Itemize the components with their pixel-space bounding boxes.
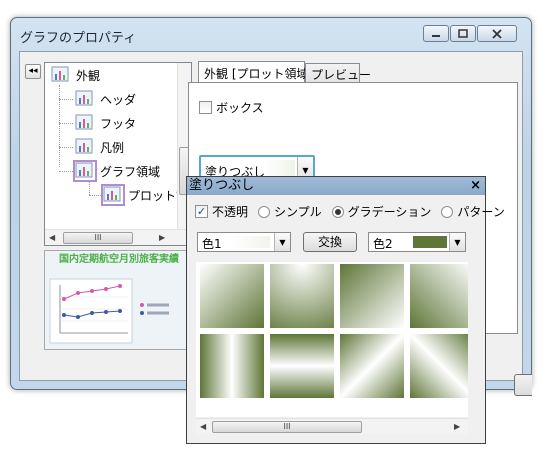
opacity-label: 不透明 (212, 205, 249, 219)
graph-node-icon (73, 160, 97, 182)
color1-swatch (230, 236, 270, 248)
tree-item-header[interactable]: ヘッダ (75, 90, 136, 108)
tree-item-legend[interactable]: 凡例 (75, 138, 124, 156)
gradient-option-top-radial[interactable] (270, 264, 334, 328)
minimize-icon (432, 34, 440, 37)
properties-tree: 外観 ヘッダ フッタ 凡例 グラフ領域 プロットʿ ◀ III ▶ (44, 62, 192, 246)
chevron-down-icon[interactable]: ▼ (449, 233, 465, 251)
tree-item-label: ヘッダ (100, 92, 137, 107)
swap-colors-button[interactable]: 交換 (303, 232, 357, 252)
tree-item-label: 凡例 (100, 140, 125, 155)
mode-pattern-radio[interactable] (441, 205, 454, 218)
maximize-button[interactable] (450, 25, 476, 42)
gradient-styles-grid (196, 262, 468, 417)
tree-item-footer[interactable]: フッタ (75, 114, 136, 132)
gradient-option-diagonal-center-alt[interactable] (410, 334, 468, 398)
color2-swatch (413, 236, 447, 248)
chart-thumbnail: 国内定期航空月別旅客実績 (44, 250, 192, 350)
thumbnail-chart-image (49, 278, 169, 344)
tree-item-label: グラフ領域 (100, 164, 161, 179)
window-title: グラフのプロパティ (20, 31, 137, 46)
tree-item-chart-area[interactable]: グラフ領域 (73, 160, 161, 182)
fill-popup: 塗りつぶし × ✓ 不透明 シンプル グラデーション パターン 色1 ▼ 交換 … (186, 176, 505, 444)
tree-line (59, 99, 73, 100)
graph-node-icon (101, 184, 125, 206)
mode-simple-radio[interactable] (258, 205, 271, 218)
tree-item-plot-area[interactable]: プロットʿ (101, 184, 180, 206)
minimize-button[interactable] (423, 25, 449, 42)
window-controls (422, 25, 517, 42)
gradient-option-horizontal-center[interactable] (270, 334, 334, 398)
mode-pattern-label: パターン (457, 205, 505, 219)
fill-options-row: ✓ 不透明 シンプル グラデーション パターン (195, 203, 505, 220)
opacity-checkbox[interactable]: ✓ (195, 205, 208, 218)
color2-dropdown[interactable]: 色2 ▼ (368, 232, 466, 252)
tab-preview[interactable]: プレビュー (305, 63, 371, 83)
fill-popup-title: 塗りつぶし (189, 178, 255, 193)
gradient-option-diagonal-center[interactable] (340, 334, 404, 398)
tree-line (59, 147, 73, 148)
gradient-option-diagonal-down[interactable] (200, 264, 264, 328)
scroll-right-icon[interactable]: ▶ (454, 422, 460, 431)
scroll-left-icon[interactable]: ◀ (49, 233, 55, 242)
tree-item-label: フッタ (100, 116, 137, 131)
tree-line (59, 123, 73, 124)
chevron-down-icon[interactable]: ▼ (274, 233, 290, 251)
color1-label: 色1 (202, 237, 222, 251)
box-checkbox-box[interactable] (199, 101, 212, 114)
scroll-left-icon[interactable]: ◀ (200, 422, 206, 431)
gradient-option-vertical-center[interactable] (200, 334, 264, 398)
graph-node-icon (75, 114, 93, 130)
box-checkbox[interactable]: ボックス (199, 99, 264, 116)
tree-item-label: プロットʿ (128, 188, 180, 203)
tab-appearance[interactable]: 外観 [プロット領域] (198, 61, 313, 83)
color1-dropdown[interactable]: 色1 ▼ (197, 232, 291, 252)
tree-line (59, 171, 73, 172)
partial-button[interactable] (514, 374, 532, 396)
gradient-option-diagonal-up[interactable] (340, 264, 404, 328)
mode-gradient-radio[interactable] (331, 205, 344, 218)
fill-popup-header: 塗りつぶし × (187, 177, 485, 195)
maximize-icon (458, 28, 468, 38)
scroll-thumb[interactable]: III (212, 421, 362, 433)
tree-item-appearance[interactable]: 外観 (51, 66, 100, 84)
tree-horizontal-scrollbar[interactable]: ◀ III ▶ (45, 229, 191, 245)
box-checkbox-label: ボックス (216, 101, 264, 115)
close-icon[interactable]: × (470, 177, 481, 195)
scroll-thumb[interactable]: III (63, 232, 133, 244)
graph-node-icon (75, 138, 93, 154)
mode-gradient-label: グラデーション (347, 205, 432, 219)
close-icon (492, 28, 502, 39)
color2-label: 色2 (373, 237, 393, 251)
tree-line (89, 195, 101, 196)
tree-line (89, 181, 90, 195)
close-button[interactable] (477, 25, 517, 42)
gradient-option-corner[interactable] (410, 264, 468, 328)
graph-node-icon (75, 90, 93, 106)
scroll-right-icon[interactable]: ▶ (159, 233, 165, 242)
fill-popup-body: ✓ 不透明 シンプル グラデーション パターン 色1 ▼ 交換 色2 ▼ ◀ I… (187, 195, 505, 443)
collapse-panel-button[interactable]: ◂◂ (25, 64, 41, 79)
thumbnail-title: 国内定期航空月別旅客実績 (59, 254, 179, 265)
mode-simple-label: シンプル (274, 205, 322, 219)
graph-node-icon (51, 66, 69, 82)
tree-item-label: 外観 (76, 68, 101, 83)
gradient-horizontal-scrollbar[interactable]: ◀ III ▶ (196, 418, 468, 434)
tree-line (59, 85, 60, 167)
